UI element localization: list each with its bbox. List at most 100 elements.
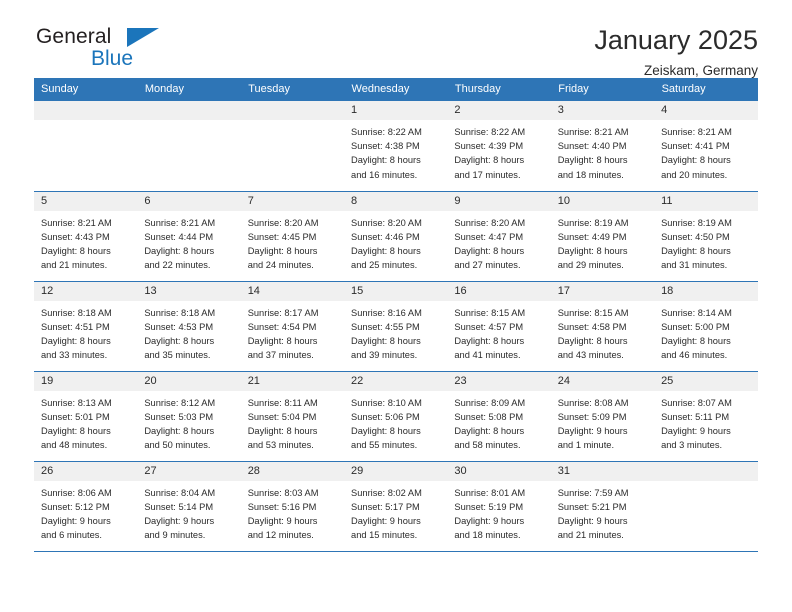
calendar-day-cell[interactable]: 16 Sunrise: 8:15 AM Sunset: 4:57 PM Dayligh… <box>447 281 551 372</box>
day-details: Sunrise: 8:19 AM Sunset: 4:49 PM Daylight:… <box>551 211 654 273</box>
calendar-day-cell[interactable]: 5 Sunrise: 8:21 AM Sunset: 4:43 PM Daylight… <box>34 191 138 282</box>
sunset-text: Sunset: 5:04 PM <box>247 411 317 422</box>
daylight-text-line2: and 55 minutes. <box>351 440 418 451</box>
daylight-text-line1: Daylight: 9 hours <box>351 515 421 526</box>
daylight-text-line1: Daylight: 8 hours <box>144 335 215 346</box>
sunrise-text: Sunrise: 8:13 AM <box>41 397 112 408</box>
calendar-day-cell[interactable]: 4 Sunrise: 8:21 AM Sunset: 4:41 PM Daylight… <box>654 101 758 192</box>
daylight-text-line2: and 35 minutes. <box>144 350 211 361</box>
day-number: 27 <box>137 461 241 481</box>
weekday-header-monday: Monday <box>137 78 242 101</box>
calendar-day-cell[interactable]: 25 Sunrise: 8:07 AM Sunset: 5:11 PM Dayligh… <box>654 371 758 462</box>
day-number: 7 <box>240 191 345 211</box>
daylight-text-line2: and 25 minutes. <box>351 260 418 271</box>
day-number <box>137 101 241 120</box>
sunrise-text: Sunrise: 8:21 AM <box>41 217 112 228</box>
calendar-day-cell[interactable]: 15 Sunrise: 8:16 AM Sunset: 4:55 PM Dayligh… <box>344 281 448 372</box>
sunrise-text: Sunrise: 8:10 AM <box>351 397 422 408</box>
day-number: 22 <box>344 371 448 391</box>
calendar-day-cell[interactable]: 17 Sunrise: 8:15 AM Sunset: 4:58 PM Dayligh… <box>550 281 655 372</box>
day-number: 8 <box>344 191 448 211</box>
calendar-day-cell[interactable]: 26 Sunrise: 8:06 AM Sunset: 5:12 PM Dayligh… <box>34 461 138 552</box>
calendar-day-cell[interactable]: 22 Sunrise: 8:10 AM Sunset: 5:06 PM Dayligh… <box>344 371 448 462</box>
daylight-text-line1: Daylight: 9 hours <box>557 425 628 436</box>
calendar-day-cell[interactable]: 14 Sunrise: 8:17 AM Sunset: 4:54 PM Dayligh… <box>240 281 345 372</box>
calendar-day-cell[interactable]: 2 Sunrise: 8:22 AM Sunset: 4:39 PM Daylight… <box>447 101 551 192</box>
calendar-day-cell[interactable]: 29 Sunrise: 8:02 AM Sunset: 5:17 PM Dayligh… <box>344 461 448 552</box>
day-number <box>240 101 345 120</box>
day-number: 9 <box>447 191 551 211</box>
sunrise-text: Sunrise: 8:21 AM <box>144 217 216 228</box>
sunrise-text: Sunrise: 8:17 AM <box>247 307 319 318</box>
day-number: 15 <box>344 281 448 301</box>
day-number: 21 <box>240 371 345 391</box>
day-details: Sunrise: 8:07 AM Sunset: 5:11 PM Daylight:… <box>654 391 757 453</box>
daylight-text-line1: Daylight: 9 hours <box>454 515 525 526</box>
day-number: 17 <box>550 281 655 301</box>
calendar-day-cell[interactable]: 31 Sunrise: 7:59 AM Sunset: 5:21 PM Dayligh… <box>550 461 655 552</box>
sunset-text: Sunset: 4:51 PM <box>41 321 110 332</box>
calendar-day-cell[interactable]: 30 Sunrise: 8:01 AM Sunset: 5:19 PM Dayligh… <box>447 461 551 552</box>
daylight-text-line2: and 22 minutes. <box>144 260 211 271</box>
daylight-text-line2: and 58 minutes. <box>454 440 521 451</box>
calendar-day-cell[interactable]: 21 Sunrise: 8:11 AM Sunset: 5:04 PM Dayligh… <box>240 371 345 462</box>
sunset-text: Sunset: 4:46 PM <box>351 231 420 242</box>
calendar-day-cell[interactable]: 13 Sunrise: 8:18 AM Sunset: 4:53 PM Dayligh… <box>137 281 241 372</box>
calendar-cell-empty <box>240 101 345 192</box>
day-details: Sunrise: 8:10 AM Sunset: 5:06 PM Daylight:… <box>344 391 447 453</box>
day-number: 19 <box>34 371 138 391</box>
calendar-day-cell[interactable]: 23 Sunrise: 8:09 AM Sunset: 5:08 PM Dayligh… <box>447 371 551 462</box>
daylight-text-line2: and 27 minutes. <box>454 260 521 271</box>
day-number: 29 <box>344 461 448 481</box>
day-details: Sunrise: 8:17 AM Sunset: 4:54 PM Daylight:… <box>241 301 344 363</box>
calendar-day-cell[interactable]: 24 Sunrise: 8:08 AM Sunset: 5:09 PM Dayligh… <box>550 371 655 462</box>
sunrise-text: Sunrise: 8:20 AM <box>351 217 422 228</box>
daylight-text-line1: Daylight: 8 hours <box>351 155 421 166</box>
day-number: 3 <box>550 101 655 120</box>
sunrise-text: Sunrise: 8:20 AM <box>454 217 526 228</box>
daylight-text-line1: Daylight: 8 hours <box>454 335 525 346</box>
day-details: Sunrise: 8:14 AM Sunset: 5:00 PM Daylight:… <box>654 301 757 363</box>
sunrise-text: Sunrise: 8:11 AM <box>247 397 318 408</box>
calendar-day-cell[interactable]: 9 Sunrise: 8:20 AM Sunset: 4:47 PM Daylight… <box>447 191 551 282</box>
day-details: Sunrise: 8:20 AM Sunset: 4:46 PM Daylight:… <box>344 211 447 273</box>
sunrise-text: Sunrise: 8:19 AM <box>557 217 629 228</box>
calendar-day-cell[interactable]: 8 Sunrise: 8:20 AM Sunset: 4:46 PM Daylight… <box>344 191 448 282</box>
sunset-text: Sunset: 5:19 PM <box>454 501 524 512</box>
calendar-day-cell[interactable]: 10 Sunrise: 8:19 AM Sunset: 4:49 PM Dayligh… <box>550 191 655 282</box>
day-number: 23 <box>447 371 551 391</box>
calendar-day-cell[interactable]: 3 Sunrise: 8:21 AM Sunset: 4:40 PM Daylight… <box>550 101 655 192</box>
sunrise-text: Sunrise: 8:12 AM <box>144 397 216 408</box>
sunrise-text: Sunrise: 8:18 AM <box>144 307 216 318</box>
sunset-text: Sunset: 5:11 PM <box>661 411 730 422</box>
daylight-text-line1: Daylight: 9 hours <box>661 425 731 436</box>
day-details: Sunrise: 8:12 AM Sunset: 5:03 PM Daylight:… <box>137 391 240 453</box>
sunset-text: Sunset: 5:06 PM <box>351 411 420 422</box>
calendar-day-cell[interactable]: 19 Sunrise: 8:13 AM Sunset: 5:01 PM Dayligh… <box>34 371 138 462</box>
weekday-header-saturday: Saturday <box>654 78 759 101</box>
daylight-text-line1: Daylight: 9 hours <box>144 515 215 526</box>
calendar-week-row: 19 Sunrise: 8:13 AM Sunset: 5:01 PM Dayligh… <box>34 371 758 462</box>
calendar-day-cell[interactable]: 1 Sunrise: 8:22 AM Sunset: 4:38 PM Daylight… <box>344 101 448 192</box>
day-details: Sunrise: 8:03 AM Sunset: 5:16 PM Daylight:… <box>241 481 344 543</box>
daylight-text-line2: and 24 minutes. <box>247 260 314 271</box>
calendar-day-cell[interactable]: 28 Sunrise: 8:03 AM Sunset: 5:16 PM Dayligh… <box>240 461 345 552</box>
day-details: Sunrise: 8:20 AM Sunset: 4:47 PM Daylight:… <box>447 211 550 273</box>
calendar-day-cell[interactable]: 7 Sunrise: 8:20 AM Sunset: 4:45 PM Daylight… <box>240 191 345 282</box>
daylight-text-line2: and 9 minutes. <box>144 530 206 541</box>
sunset-text: Sunset: 4:53 PM <box>144 321 214 332</box>
calendar-day-cell[interactable]: 6 Sunrise: 8:21 AM Sunset: 4:44 PM Daylight… <box>137 191 241 282</box>
daylight-text-line2: and 18 minutes. <box>557 169 624 180</box>
daylight-text-line2: and 3 minutes. <box>661 440 723 451</box>
day-details: Sunrise: 8:19 AM Sunset: 4:50 PM Daylight:… <box>654 211 757 273</box>
calendar-day-cell[interactable]: 27 Sunrise: 8:04 AM Sunset: 5:14 PM Dayligh… <box>137 461 241 552</box>
sunset-text: Sunset: 4:55 PM <box>351 321 420 332</box>
sunset-text: Sunset: 4:54 PM <box>247 321 317 332</box>
calendar-day-cell[interactable]: 11 Sunrise: 8:19 AM Sunset: 4:50 PM Dayligh… <box>654 191 758 282</box>
calendar-day-cell[interactable]: 20 Sunrise: 8:12 AM Sunset: 5:03 PM Dayligh… <box>137 371 241 462</box>
daylight-text-line1: Daylight: 8 hours <box>41 245 111 256</box>
calendar-day-cell[interactable]: 12 Sunrise: 8:18 AM Sunset: 4:51 PM Dayligh… <box>34 281 138 372</box>
daylight-text-line2: and 37 minutes. <box>247 350 314 361</box>
day-number: 14 <box>240 281 345 301</box>
calendar-day-cell[interactable]: 18 Sunrise: 8:14 AM Sunset: 5:00 PM Dayligh… <box>654 281 758 372</box>
